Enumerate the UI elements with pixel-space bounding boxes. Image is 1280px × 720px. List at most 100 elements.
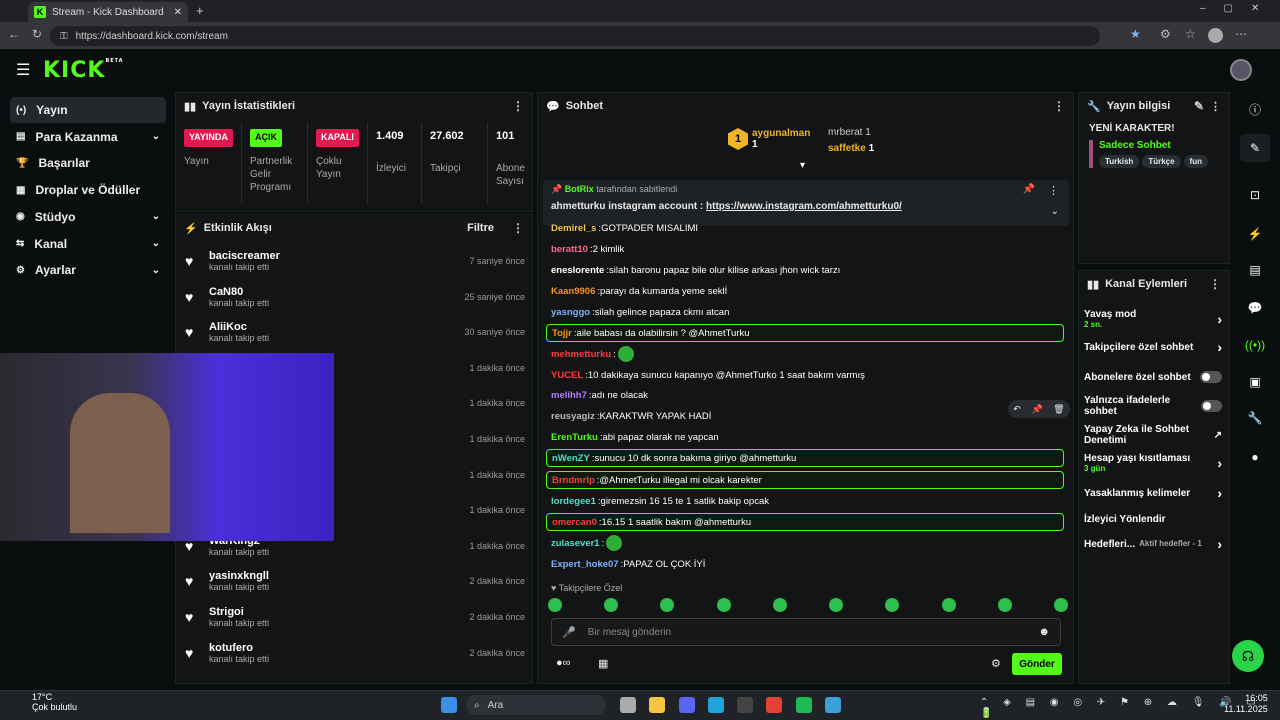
- favorites-icon[interactable]: ☆: [1185, 27, 1196, 41]
- explorer-icon[interactable]: [649, 697, 665, 713]
- expand-pinned-icon[interactable]: ⌄: [1051, 206, 1059, 217]
- chat-username[interactable]: Kaan9906: [551, 286, 595, 297]
- more-icon[interactable]: ⋯: [1235, 27, 1247, 41]
- kick-points-side-icon[interactable]: ●: [1240, 443, 1270, 471]
- chat-username[interactable]: Expert_hoke07: [551, 559, 619, 570]
- sidebar-item-0[interactable]: (•) Yayın: [10, 97, 166, 123]
- tag[interactable]: fun: [1183, 155, 1208, 168]
- top-user-3[interactable]: saffetke 1: [828, 143, 874, 154]
- clock[interactable]: 16:05 11.11.2025: [1224, 693, 1268, 715]
- emote[interactable]: [829, 598, 844, 612]
- toggle-switch[interactable]: [1200, 371, 1222, 383]
- new-tab-icon[interactable]: +: [196, 3, 204, 18]
- chat-username[interactable]: melihh7: [551, 390, 587, 401]
- emote[interactable]: [885, 598, 900, 612]
- spotify-icon[interactable]: [796, 697, 812, 713]
- emote[interactable]: [660, 598, 675, 612]
- stream-info-menu-icon[interactable]: ⋮: [1210, 100, 1221, 113]
- store-icon[interactable]: ▦: [598, 657, 608, 670]
- tag[interactable]: Turkish: [1099, 155, 1140, 168]
- channel-action[interactable]: Hedefleri... Aktif hedefler - 1 ›: [1078, 530, 1228, 558]
- chat-username[interactable]: mehmetturku: [551, 349, 611, 360]
- channel-action[interactable]: Yalnızca ifadelerle sohbet: [1078, 392, 1228, 420]
- emote[interactable]: [997, 598, 1012, 612]
- kick-points-icon[interactable]: ●∞: [556, 657, 571, 669]
- start-icon[interactable]: [441, 697, 457, 713]
- stats-menu-icon[interactable]: ⋮: [512, 99, 524, 113]
- pinned-link[interactable]: https://www.instagram.com/ahmetturku0/: [706, 201, 902, 212]
- chat-username[interactable]: Demirel_s: [551, 223, 596, 234]
- pin-icon[interactable]: 📌: [1031, 404, 1042, 415]
- activity-user[interactable]: CaN80: [209, 286, 269, 298]
- favorite-star-icon[interactable]: ★: [1130, 27, 1141, 41]
- channel-action[interactable]: Yapay Zeka ile Sohbet Denetimi ↗: [1078, 421, 1228, 449]
- category-thumbnail[interactable]: [1089, 140, 1093, 168]
- support-chat-button[interactable]: ☊: [1232, 640, 1264, 672]
- menu-icon[interactable]: ☰: [16, 60, 30, 80]
- emote[interactable]: [716, 598, 731, 612]
- sidebar-item-5[interactable]: ⇆ Kanal ⌄: [10, 231, 166, 257]
- window-controls[interactable]: –▢✕: [1200, 3, 1277, 14]
- quick-actions-icon[interactable]: ⚡: [1240, 220, 1270, 248]
- channel-actions-menu-icon[interactable]: ⋮: [1209, 277, 1221, 291]
- activity-user[interactable]: baciscreamer: [209, 250, 280, 262]
- browser-tab[interactable]: K Stream - Kick Dashboard ✕: [28, 2, 188, 22]
- emote[interactable]: [772, 598, 787, 612]
- app-icon[interactable]: [737, 697, 753, 713]
- emote[interactable]: [604, 598, 619, 612]
- top-user-2[interactable]: mrberat 1: [828, 127, 871, 138]
- pinned-menu-icon[interactable]: ⋮: [1048, 184, 1059, 197]
- tag[interactable]: Türkçe: [1142, 155, 1181, 168]
- discord-icon[interactable]: [679, 697, 695, 713]
- sidebar-item-6[interactable]: ⚙ Ayarlar ⌄: [10, 257, 166, 283]
- reload-icon[interactable]: ↻: [32, 27, 42, 41]
- edit-layout-icon[interactable]: ✎: [1240, 134, 1270, 162]
- chat-username[interactable]: reusyagiz: [551, 411, 595, 422]
- site-info-icon[interactable]: ⚿: [60, 31, 68, 42]
- chat-username[interactable]: lordegee1: [551, 496, 596, 507]
- chat-username[interactable]: beratt10: [551, 244, 588, 255]
- channel-action[interactable]: Hesap yaşı kısıtlaması 3 gün ›: [1078, 449, 1228, 477]
- chat-username[interactable]: YUCEL: [551, 370, 583, 381]
- filter-button[interactable]: Filtre: [467, 222, 494, 234]
- mic-icon[interactable]: 🎤: [562, 626, 576, 639]
- activity-user[interactable]: kotufero: [209, 642, 269, 654]
- screenshot-icon[interactable]: ⊡: [1240, 181, 1270, 209]
- edit-icon[interactable]: ✎: [1194, 99, 1204, 113]
- sidebar-item-3[interactable]: ▦ Droplar ve Ödüller: [10, 177, 166, 203]
- sidebar-item-1[interactable]: ▤ Para Kazanma ⌄: [10, 124, 166, 150]
- activity-user[interactable]: Strigoi: [209, 606, 269, 618]
- kick-logo[interactable]: KICKBETA: [43, 58, 124, 83]
- send-button[interactable]: Gönder: [1012, 653, 1062, 675]
- activity-menu-icon[interactable]: ⋮: [512, 221, 524, 235]
- chat-input[interactable]: 🎤 Bir mesaj gönderin ☻: [551, 618, 1061, 646]
- activity-user[interactable]: yasinxkngll: [209, 570, 269, 582]
- tools-icon[interactable]: 🔧: [1240, 404, 1270, 432]
- chat-username[interactable]: Brndmrlp: [552, 475, 595, 486]
- chrome-icon[interactable]: [766, 697, 782, 713]
- emote[interactable]: [548, 598, 562, 612]
- channel-action[interactable]: Yasaklanmış kelimeler ›: [1078, 479, 1228, 507]
- collapse-top-icon[interactable]: ▾: [800, 160, 805, 171]
- chat-menu-icon[interactable]: ⋮: [1053, 99, 1065, 113]
- reply-icon[interactable]: ↶: [1013, 404, 1021, 415]
- extensions-icon[interactable]: ⚙: [1160, 27, 1171, 41]
- back-icon[interactable]: ←: [8, 27, 20, 41]
- info-icon[interactable]: ⓘ: [1240, 95, 1270, 123]
- category-name[interactable]: Sadece Sohbet: [1099, 140, 1219, 151]
- channel-action[interactable]: Yavaş mod 2 sn. ›: [1078, 305, 1228, 333]
- url-field[interactable]: ⚿ https://dashboard.kick.com/stream: [50, 26, 1100, 46]
- top-user-1[interactable]: aygunalman 1: [752, 128, 810, 150]
- edge-icon[interactable]: [708, 697, 724, 713]
- channel-action[interactable]: Takipçilere özel sohbet ›: [1078, 333, 1228, 361]
- profile-avatar[interactable]: [1208, 28, 1223, 43]
- chat-settings-icon[interactable]: ⚙: [991, 657, 1001, 670]
- notepad-icon[interactable]: [825, 697, 841, 713]
- emote[interactable]: [941, 598, 956, 612]
- sidebar-item-2[interactable]: 🏆 Başarılar: [10, 150, 166, 176]
- chat-username[interactable]: Tojjr: [552, 328, 572, 339]
- chat-username[interactable]: ErenTurku: [551, 432, 598, 443]
- chat-username[interactable]: zulasever1: [551, 538, 600, 549]
- channel-action[interactable]: Abonelere özel sohbet: [1078, 363, 1228, 391]
- unpin-icon[interactable]: 📌: [1023, 184, 1035, 195]
